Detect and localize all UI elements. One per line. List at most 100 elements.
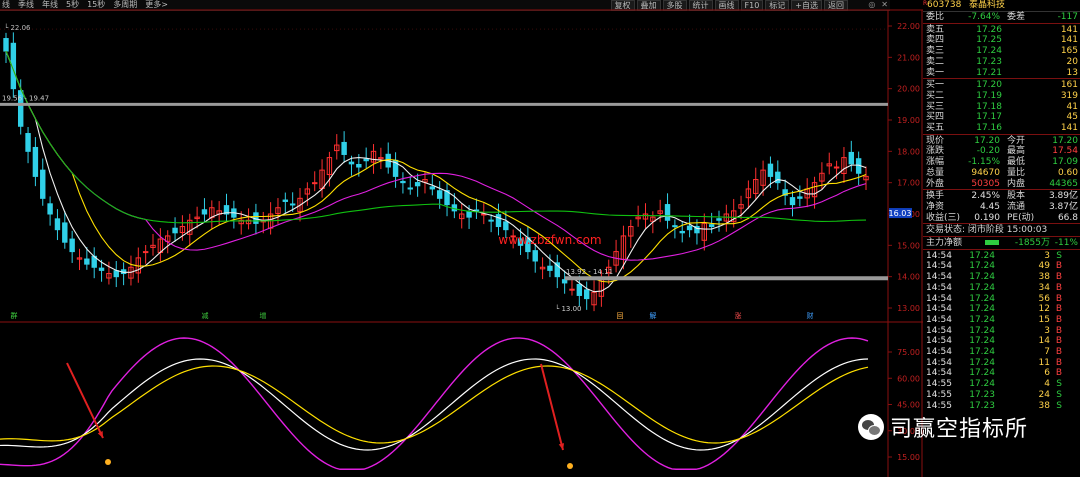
stat-label: 今开: [1007, 135, 1026, 146]
candle-body: [797, 196, 803, 199]
candle-body: [495, 214, 502, 228]
ask-price: 17.21: [976, 67, 1002, 78]
candle-body: [54, 218, 61, 231]
weibi-row: 委比 -7.64% 委差 -117: [923, 12, 1080, 23]
event-marker: 群: [11, 311, 18, 320]
stat-value: 3.87亿: [1048, 201, 1078, 212]
indicator-tick-label: 75.00: [897, 348, 920, 357]
tick-volume: 14: [1038, 336, 1050, 347]
bid-price: 17.19: [976, 90, 1002, 101]
kline-chart[interactable]: └ 22.06 19.56 - 19.47 13.92 - 14.11 └ 13.00…: [0, 0, 923, 477]
tick-direction: S: [1056, 379, 1062, 390]
moving-averages: [5, 50, 867, 293]
ask-volume: 141: [1060, 35, 1078, 46]
candle-body: [583, 289, 590, 300]
stat-label: 换手: [926, 191, 945, 202]
tick-row: 14:54 17.24 6 B: [923, 368, 1080, 379]
tick-time: 14:54: [926, 250, 952, 261]
tick-price: 17.23: [969, 389, 995, 400]
candle-body: [576, 283, 583, 296]
candle-body: [3, 38, 9, 52]
ask-price: 17.24: [976, 46, 1002, 57]
tick-volume: 49: [1038, 261, 1050, 272]
stat-value: 50305: [971, 178, 1000, 189]
tick-row: 14:54 17.24 7 B: [923, 347, 1080, 358]
stat-label: 外盘: [926, 178, 945, 189]
candle-body: [356, 164, 362, 168]
stat-value: 0.190: [974, 212, 1000, 223]
tick-time: 14:54: [926, 261, 952, 272]
kdj-line-j: [0, 337, 869, 470]
tick-row: 14:55 17.23 24 S: [923, 390, 1080, 401]
stat-label: 涨跌: [926, 146, 945, 157]
event-marker: 解: [650, 311, 657, 320]
price-tick-label: 18.00: [897, 147, 920, 156]
tick-direction: B: [1055, 261, 1062, 272]
tick-volume: 24: [1038, 389, 1050, 400]
price-tick-label: 14.00: [897, 273, 920, 282]
tick-volume: 56: [1038, 293, 1050, 304]
stat-value: 17.20: [974, 135, 1000, 146]
trade-status-row: 交易状态: 闭市阶段 15:00:03: [923, 225, 1080, 236]
bid-price: 17.16: [976, 123, 1002, 133]
signal-arrow: [66, 362, 104, 439]
stat-value: 66.8: [1057, 212, 1078, 223]
bid-volume: 41: [1066, 101, 1078, 112]
url-watermark: www.zbzfwn.com: [498, 233, 601, 247]
ask-row: 卖三 17.24 165: [923, 46, 1080, 57]
price-tick-label: 22.00: [897, 22, 920, 31]
bid-volume: 45: [1066, 112, 1078, 123]
ask-price: 17.25: [976, 35, 1002, 46]
ask-row: 卖五 17.26 141: [923, 25, 1080, 36]
ask-volume: 13: [1066, 67, 1078, 78]
tick-price: 17.24: [969, 293, 995, 304]
divider: [923, 133, 1080, 135]
stat-label: 内盘: [1007, 178, 1026, 189]
candle-body: [289, 203, 296, 206]
price-tick-label: 20.00: [897, 85, 920, 94]
candle-body: [348, 161, 355, 165]
tick-volume: 7: [1044, 347, 1050, 357]
stat-value: 3.89亿: [1048, 191, 1078, 202]
candle-body: [833, 166, 840, 169]
bid-volume: 141: [1060, 123, 1078, 133]
stat-value: 94670: [971, 167, 1000, 178]
tick-time: 14:55: [926, 379, 952, 390]
candle-body: [503, 221, 509, 231]
bid-label: 买五: [926, 123, 945, 133]
event-marker: 减: [202, 311, 209, 320]
candle-body: [569, 288, 575, 291]
bid-label: 买二: [926, 90, 945, 101]
candle-body: [664, 204, 671, 221]
candle-body: [47, 203, 53, 215]
stat-value: 17.09: [1052, 157, 1078, 168]
stock-code[interactable]: 603738: [927, 0, 961, 11]
indicator-tick-label: 60.00: [897, 374, 920, 383]
candle-body: [282, 199, 289, 202]
candle-body: [98, 267, 105, 271]
tick-row: 14:54 17.24 34 B: [923, 283, 1080, 294]
candle-body: [407, 187, 413, 190]
current-price-tag: 16.03: [889, 209, 912, 218]
ma-line-5: [5, 50, 867, 293]
divider: [923, 236, 1080, 237]
bid-price: 17.17: [976, 112, 1002, 123]
trade-status: 交易状态: 闭市阶段 15:00:03: [926, 225, 1048, 236]
stat-label: 量比: [1007, 167, 1026, 178]
bid-label: 买三: [926, 101, 945, 112]
candle-body: [488, 219, 494, 222]
ask-price: 17.26: [976, 24, 1002, 35]
range-top-label: 19.56 - 19.47: [2, 94, 49, 102]
stat-label: 收益(三): [926, 212, 961, 223]
tick-direction: B: [1055, 272, 1062, 283]
ask-label: 卖四: [926, 35, 945, 46]
ask-volume: 141: [1060, 24, 1078, 35]
tick-direction: B: [1055, 304, 1062, 315]
stat-value: -0.20: [976, 146, 1000, 157]
candle-body: [686, 225, 693, 231]
stat-row: 换手 2.45% 股本 3.89亿: [923, 191, 1080, 202]
candle-body: [436, 190, 443, 199]
stock-name[interactable]: 泰晶科技: [969, 0, 1005, 11]
divider: [923, 22, 1080, 24]
candle-body: [708, 224, 715, 228]
